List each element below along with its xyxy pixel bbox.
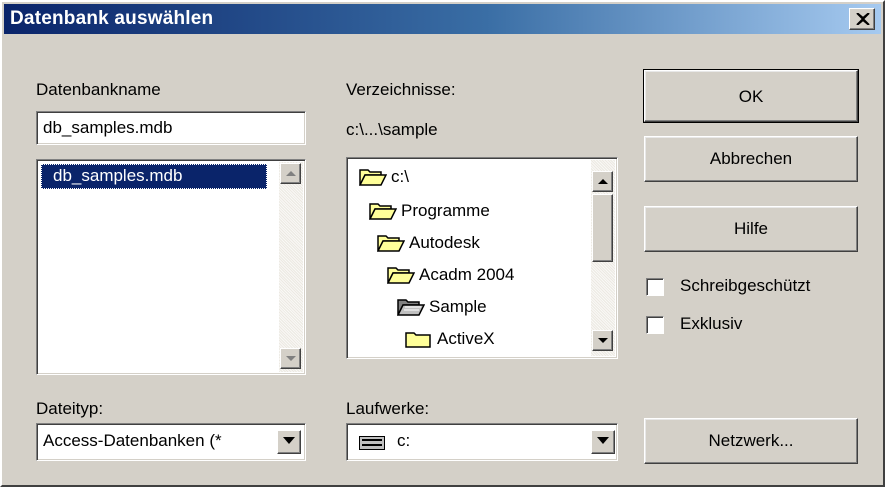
tree-item-label: ActiveX	[437, 329, 495, 348]
network-button-label: Netzwerk...	[708, 431, 794, 450]
file-list-scroll-up-button[interactable]	[280, 163, 301, 184]
tree-item-label: c:\	[391, 167, 409, 186]
chevron-down-icon	[597, 437, 609, 444]
database-name-input[interactable]: db_samples.mdb	[36, 111, 306, 145]
chevron-down-icon	[283, 437, 295, 444]
database-file-list[interactable]: db_samples.mdb	[36, 159, 306, 375]
close-button[interactable]	[849, 8, 875, 30]
cancel-button[interactable]: Abbrechen	[644, 136, 858, 182]
directory-scroll-up-button[interactable]	[592, 171, 613, 192]
arrow-down-icon	[598, 338, 608, 343]
tree-item-label: Autodesk	[409, 233, 480, 252]
folder-open-icon	[387, 267, 415, 284]
title-bar[interactable]: Datenbank auswählen	[4, 4, 881, 34]
directory-scroll-thumb[interactable]	[592, 194, 613, 262]
current-path: c:\...\sample	[346, 120, 438, 139]
folder-open-dark-icon	[397, 299, 425, 316]
arrow-down-icon	[286, 356, 296, 361]
file-type-value: Access-Datenbanken (*	[43, 431, 222, 450]
directory-tree[interactable]: c:\ Programme Autodesk Acadm 2004 Sample…	[346, 157, 618, 359]
list-item[interactable]: db_samples.mdb	[41, 164, 267, 189]
network-button[interactable]: Netzwerk...	[644, 418, 858, 464]
folder-open-icon	[369, 203, 397, 220]
directories-label: Verzeichnisse:	[346, 80, 456, 99]
ok-button[interactable]: OK	[643, 69, 859, 123]
tree-item-label: Programme	[401, 201, 490, 220]
arrow-up-icon	[286, 171, 296, 176]
window-title: Datenbank auswählen	[10, 8, 214, 29]
folder-open-icon	[359, 169, 387, 186]
file-list-scrollbar[interactable]	[279, 162, 303, 372]
help-button-label: Hilfe	[733, 219, 768, 238]
drive-icon	[359, 436, 385, 450]
file-list-scroll-down-button[interactable]	[280, 348, 301, 369]
ok-button-label: OK	[738, 87, 764, 106]
folder-closed-icon	[405, 332, 431, 348]
tree-item-label: Sample	[429, 297, 487, 316]
read-only-label[interactable]: Schreibgeschützt	[680, 276, 810, 296]
database-name-value: db_samples.mdb	[43, 118, 173, 137]
close-icon	[856, 13, 870, 25]
directory-scroll-down-button[interactable]	[592, 330, 613, 351]
exclusive-label[interactable]: Exklusiv	[680, 314, 742, 334]
cancel-button-label: Abbrechen	[709, 149, 793, 168]
select-database-dialog: Datenbank auswählen Datenbankname db_sam…	[0, 0, 885, 487]
tree-item-label: Acadm 2004	[419, 265, 515, 284]
drives-combo[interactable]: c:	[346, 423, 618, 461]
file-type-dropdown-button[interactable]	[277, 430, 301, 454]
exclusive-checkbox[interactable]	[646, 316, 664, 334]
file-type-label: Dateityp:	[36, 399, 104, 418]
database-name-label: Datenbankname	[36, 80, 161, 99]
arrow-up-icon	[598, 179, 608, 184]
read-only-checkbox[interactable]	[646, 278, 664, 296]
drives-dropdown-button[interactable]	[591, 430, 615, 454]
help-button[interactable]: Hilfe	[644, 206, 858, 252]
drives-label: Laufwerke:	[346, 399, 430, 418]
folder-open-icon	[377, 235, 405, 252]
drives-value: c:	[397, 431, 411, 450]
file-type-combo[interactable]: Access-Datenbanken (*	[36, 423, 306, 461]
